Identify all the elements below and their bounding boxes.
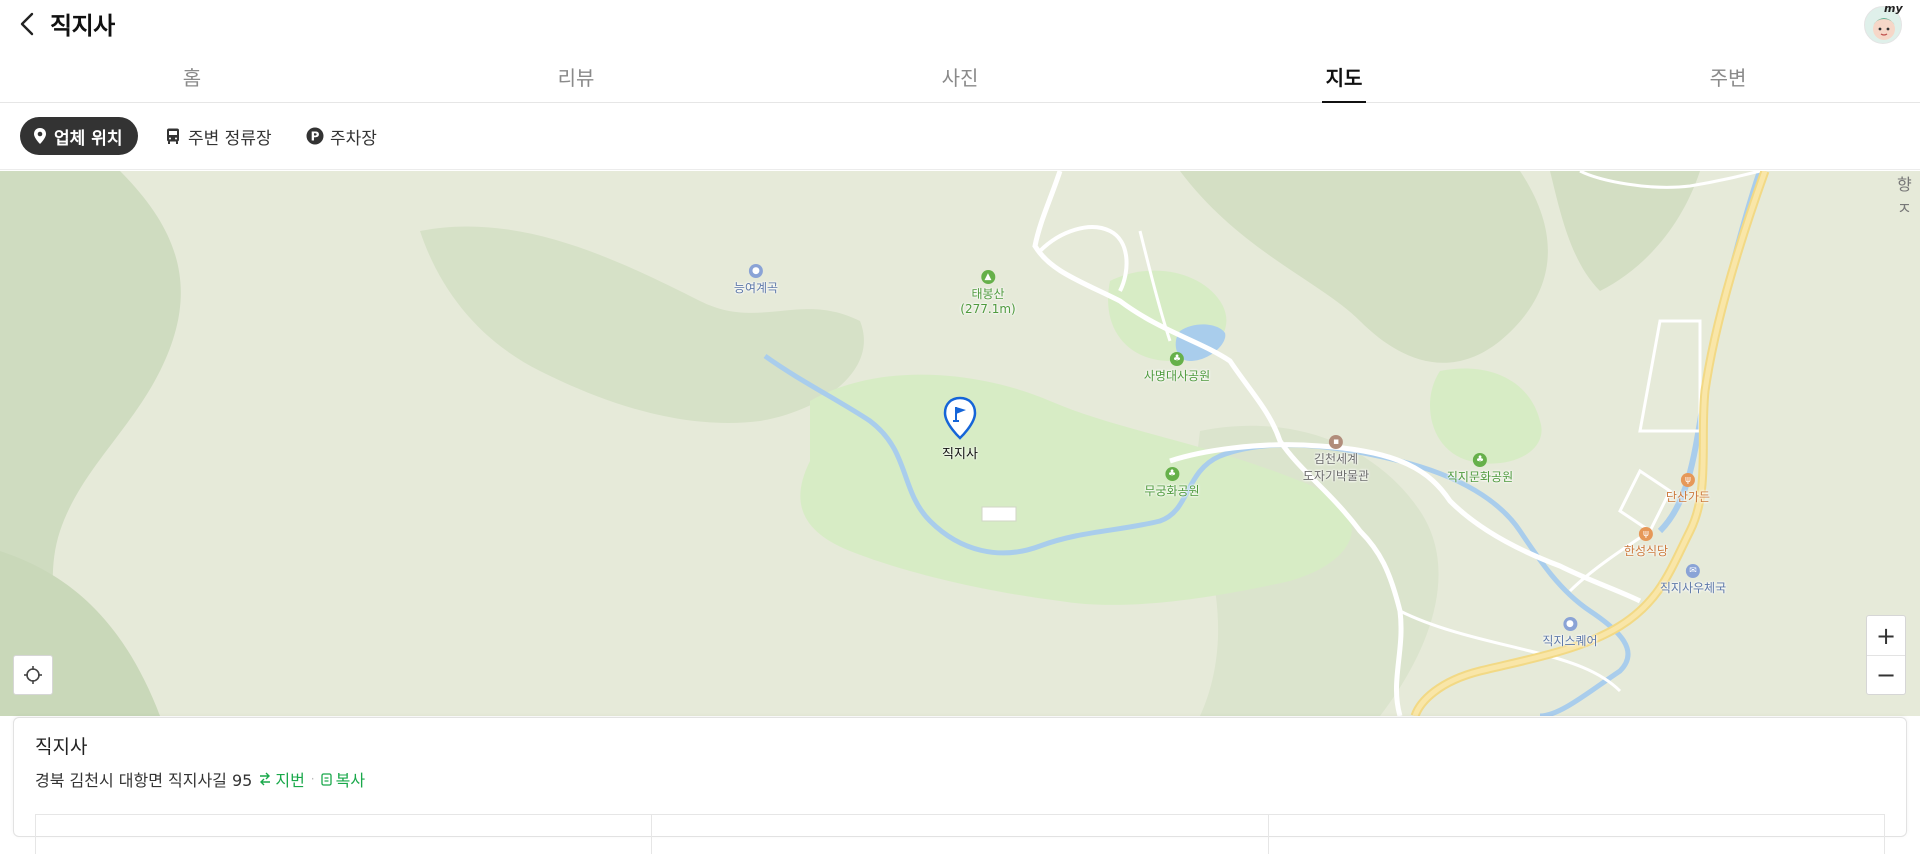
park-icon: ♣ [1170,352,1184,366]
valley-icon: ● [748,264,763,278]
lot-number-toggle[interactable]: 지번 [258,767,305,791]
business-location-pin-icon[interactable] [942,396,978,440]
filter-location-label: 업체 위치 [54,128,123,149]
card-action-grid [35,814,1885,854]
location-pin-icon [32,127,48,145]
place-info-card: 직지사 경북 김천시 대항면 직지사길 95 지번 · 복사 [13,717,1907,854]
tab-map[interactable]: 지도 [1152,52,1536,103]
poi-jikji-square[interactable]: ● 직지스퀘어 [1542,617,1598,649]
lot-number-label: 지번 [275,771,305,790]
swap-icon [260,772,271,786]
restaurant-icon: ψ [1680,473,1695,487]
zoom-in-button[interactable]: + [1867,616,1905,655]
poi-taebong-mountain[interactable]: ▲ 태봉산 (277.1m) [960,270,1016,316]
poi-jikji-culture-park[interactable]: ♣ 직지문화공원 [1447,453,1513,485]
post-office-icon: ✉ [1686,564,1700,578]
place-name: 직지사 [35,736,88,758]
current-location-button[interactable] [13,655,53,695]
tab-bar: 홈 리뷰 사진 지도 주변 [0,52,1920,103]
filter-parking-label: 주차장 [330,128,377,149]
poi-hanseong-restaurant[interactable]: ψ 한성식당 [1624,527,1668,559]
tab-home[interactable]: 홈 [0,52,384,102]
copy-icon [320,773,332,786]
copy-label: 복사 [335,771,366,790]
card-action-cell[interactable] [35,815,651,854]
svg-text:P: P [311,130,320,144]
crosshair-icon [24,666,42,684]
filter-business-location[interactable]: 업체 위치 [20,117,139,155]
poi-samyeong-park[interactable]: ♣ 사명대사공원 [1144,352,1210,384]
poi-neungyeo-valley[interactable]: ● 능여계곡 [734,264,778,296]
page-title: 직지사 [50,12,115,40]
building-icon: ● [1562,617,1577,631]
back-arrow-icon[interactable] [14,10,42,38]
copy-address-button[interactable]: 복사 [320,767,365,791]
map-edge-label: 향ㅈ [1897,175,1912,218]
tab-nearby[interactable]: 주변 [1536,52,1920,102]
separator-dot: · [310,772,315,786]
poi-dansan-garden[interactable]: ψ 단산가든 [1666,473,1710,505]
poi-jikji-post-office[interactable]: ✉ 직지사우체국 [1660,564,1726,596]
zoom-controls: + − [1866,615,1906,695]
card-action-cell[interactable] [1267,815,1885,854]
top-header: 직지사 my 홈 리뷰 사진 지도 주변 [0,0,1920,103]
poi-ceramics-museum[interactable]: ▪ 김천세계 도자기박물관 [1303,435,1369,484]
place-address-row: 경북 김천시 대항면 직지사길 95 지번 · 복사 [35,767,365,791]
map-filter-bar: 업체 위치 주변 정류장 P 주차장 [0,104,1920,170]
filter-nearby-stops[interactable]: 주변 정류장 [160,117,276,155]
mountain-icon: ▲ [981,270,995,284]
park-icon: ♣ [1164,467,1179,481]
map-view[interactable]: 향ㅈ ● 능여계곡 ▲ 태봉산 (277.1m) ♣ 사명대사공원 ♣ 무궁화공… [0,171,1920,716]
pin-label: 직지사 [942,447,978,462]
parking-icon: P [306,127,324,145]
tab-reviews[interactable]: 리뷰 [384,52,768,102]
museum-icon: ▪ [1329,435,1343,449]
place-address: 경북 김천시 대항면 직지사길 95 [35,771,253,790]
zoom-out-button[interactable]: − [1867,655,1905,694]
poi-mugunghwa-park[interactable]: ♣ 무궁화공원 [1144,467,1200,499]
avatar-my-tag: my [1884,2,1903,15]
filter-bus-label: 주변 정류장 [188,128,272,149]
tab-photos[interactable]: 사진 [768,52,1152,102]
restaurant-icon: ψ [1638,527,1653,541]
filter-parking[interactable]: P 주차장 [302,117,381,155]
card-action-cell[interactable] [651,815,1267,854]
bus-icon [164,127,182,145]
park-icon: ♣ [1473,453,1487,467]
